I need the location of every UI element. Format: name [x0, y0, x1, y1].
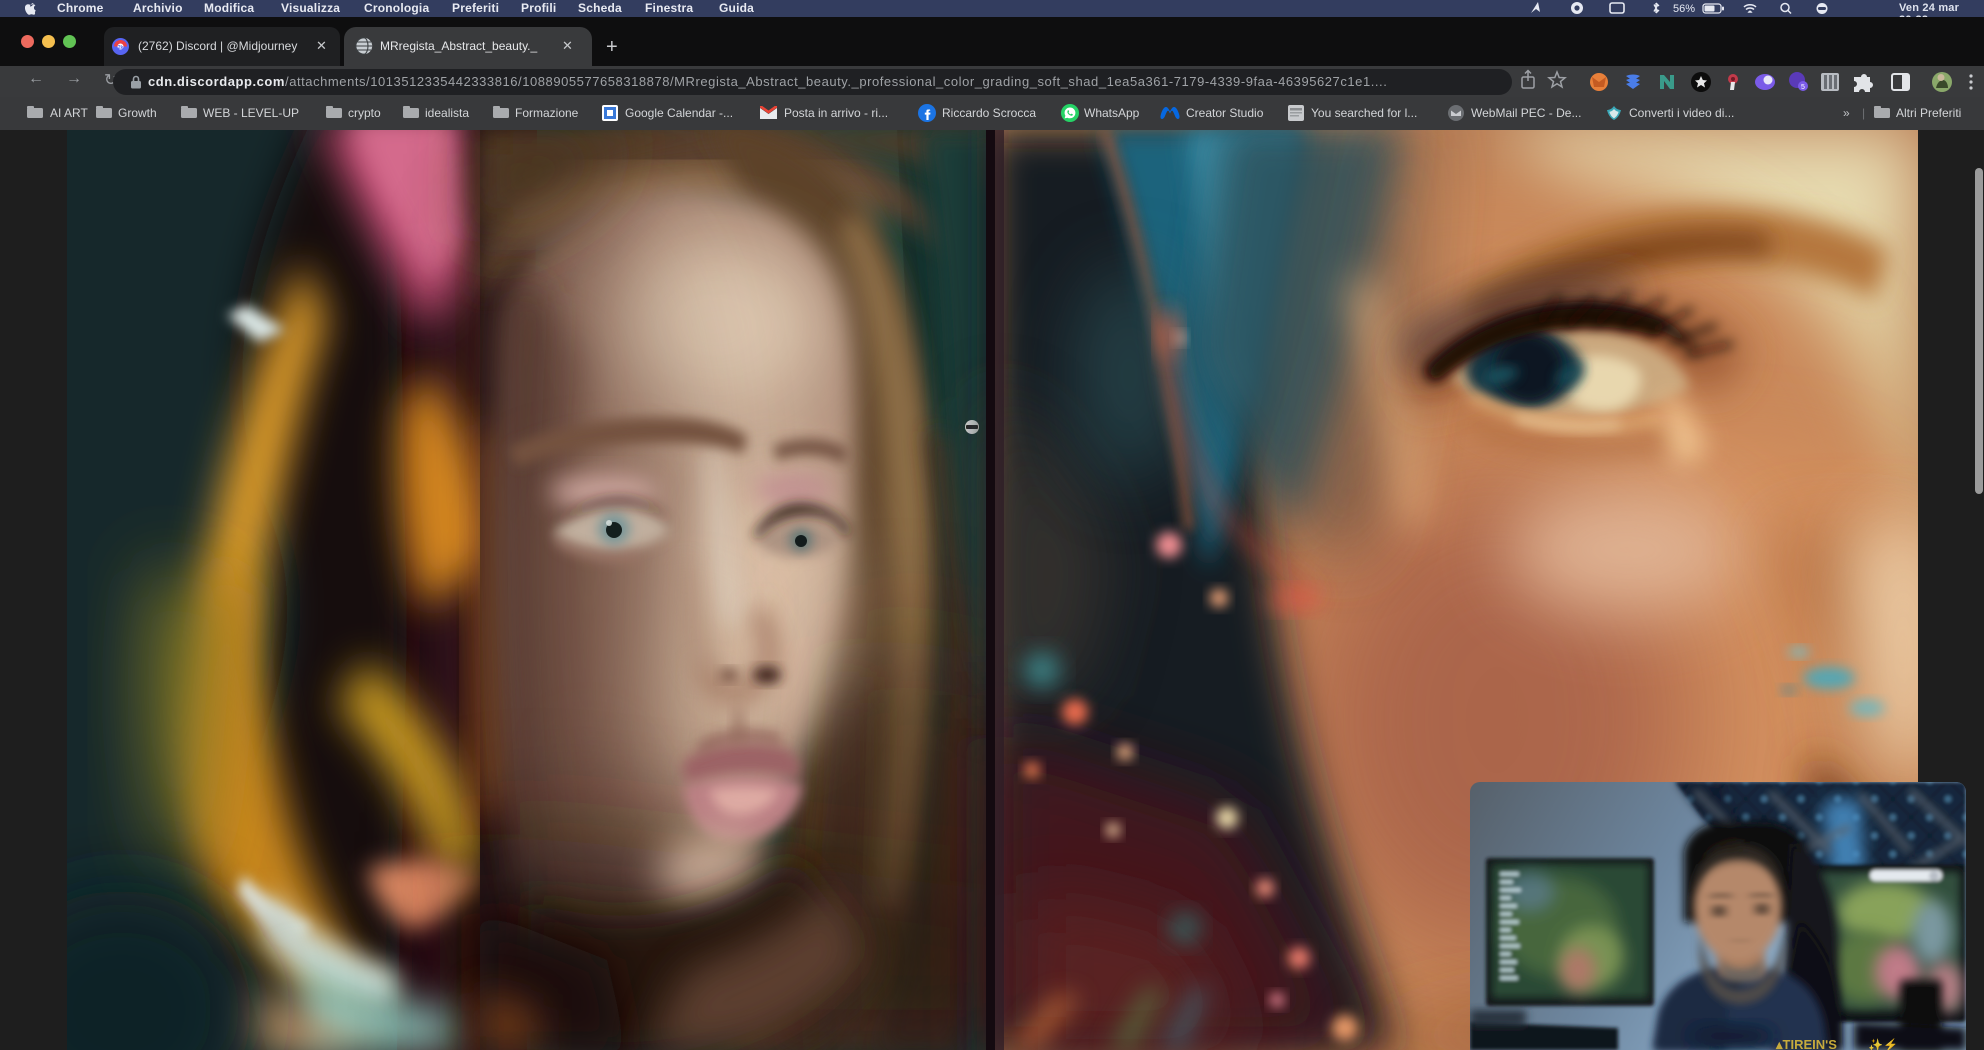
svg-text:2k: 2k — [118, 45, 124, 51]
svg-text:✨⚡: ✨⚡ — [1868, 1038, 1898, 1050]
svg-text:▴ТIREINʹS: ▴ТIREINʹS — [1775, 1037, 1837, 1050]
svg-text:56%: 56% — [1673, 3, 1695, 15]
svg-text:5: 5 — [1801, 84, 1805, 91]
